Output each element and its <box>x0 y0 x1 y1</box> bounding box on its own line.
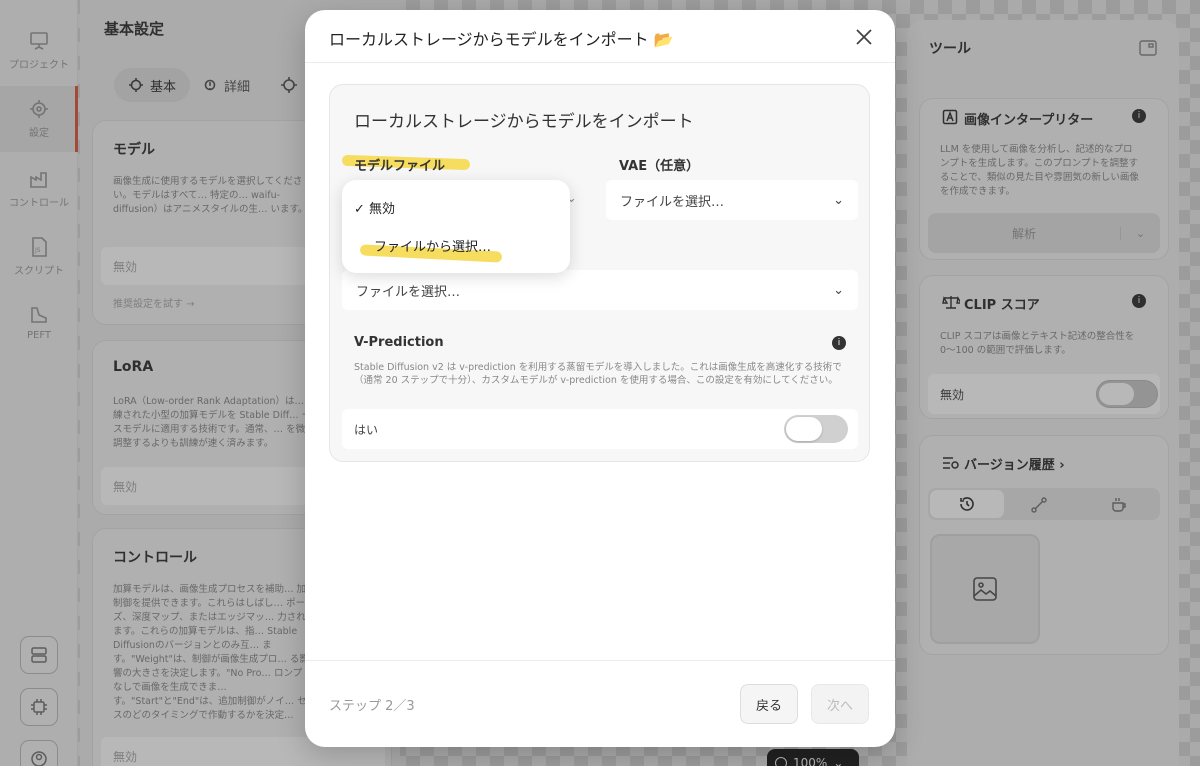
close-icon <box>856 29 872 45</box>
model-file-label: モデルファイル <box>354 159 446 174</box>
chevron-down-icon: ⌄ <box>833 282 844 298</box>
import-section: ローカルストレージからモデルをインポート モデルファイル VAE（任意） ⌄ フ… <box>329 84 870 462</box>
vae-label: VAE（任意） <box>619 159 700 174</box>
vae-select[interactable]: ファイルを選択… ⌄ <box>606 180 858 220</box>
vpred-toggle-label: はい <box>354 423 379 437</box>
model-file-dropdown: ✓ 無効 ファイルから選択… <box>342 180 570 273</box>
modal-header-divider <box>305 62 895 63</box>
vpred-row <box>342 409 858 449</box>
modal-title: ローカルストレージからモデルをインポート 📂 <box>329 30 674 49</box>
file-select-value: ファイルを選択… <box>356 284 461 300</box>
vpred-info-icon[interactable]: i <box>832 336 846 350</box>
next-button[interactable]: 次へ <box>811 684 869 724</box>
chevron-down-icon: ⌄ <box>833 192 844 208</box>
back-button[interactable]: 戻る <box>740 684 798 724</box>
step-indicator: ステップ 2／3 <box>329 699 415 714</box>
modal-footer-divider <box>305 660 895 661</box>
dropdown-option-from-file[interactable]: ファイルから選択… <box>374 236 491 255</box>
vpred-desc: Stable Diffusion v2 は v-prediction を利用する… <box>354 362 842 386</box>
close-button[interactable] <box>853 26 875 48</box>
vpred-title: V-Prediction <box>354 335 444 350</box>
vae-select-value: ファイルを選択… <box>620 194 725 210</box>
section-heading: ローカルストレージからモデルをインポート <box>354 112 694 132</box>
import-modal: ローカルストレージからモデルをインポート 📂 ローカルストレージからモデルをイン… <box>305 10 895 747</box>
dropdown-option-none[interactable]: ✓ 無効 <box>354 198 395 217</box>
vpred-toggle[interactable] <box>784 415 848 443</box>
file-select[interactable]: ファイルを選択… ⌄ <box>342 270 858 310</box>
